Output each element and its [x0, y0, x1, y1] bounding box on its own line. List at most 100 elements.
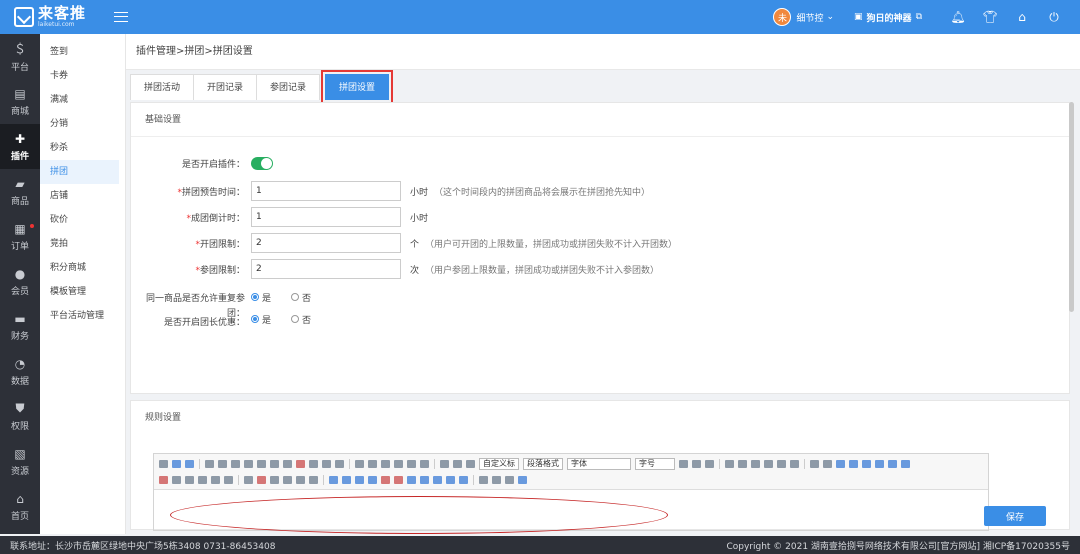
align-right-icon[interactable] [751, 460, 760, 468]
save-button[interactable]: 保存 [984, 506, 1046, 526]
submenu-item-group-buy[interactable]: 拼团 [40, 160, 119, 184]
insert-table-icon[interactable] [329, 476, 338, 484]
split-cells-icon[interactable] [446, 476, 455, 484]
font-color-icon[interactable] [355, 460, 364, 468]
repeat-join-yes-radio[interactable]: 是 [251, 291, 271, 304]
paragraph-format-select[interactable]: 段落格式 [523, 458, 563, 470]
border-icon[interactable] [244, 460, 253, 468]
paragraph-spacing-icon[interactable] [453, 460, 462, 468]
submenu-item-bargain[interactable]: 砍价 [40, 208, 119, 232]
find-icon[interactable] [505, 476, 514, 484]
html-source-icon[interactable] [159, 460, 168, 468]
merge-down-icon[interactable] [433, 476, 442, 484]
home-icon[interactable]: ⌂ [1006, 10, 1038, 24]
video-icon[interactable] [198, 476, 207, 484]
font-size-select[interactable]: 字号 [635, 458, 675, 470]
content-scrollbar[interactable] [1069, 102, 1074, 312]
split-rows-icon[interactable] [459, 476, 468, 484]
editor-body[interactable] [154, 490, 988, 534]
rail-item-home[interactable]: ⌂ 首页 [0, 484, 40, 529]
tab-open-records[interactable]: 开团记录 [193, 74, 258, 100]
search-replace-icon[interactable] [296, 476, 305, 484]
bell-icon[interactable]: 🔔︎ [942, 10, 974, 24]
select-all-icon[interactable] [407, 460, 416, 468]
countdown-input[interactable] [251, 207, 401, 227]
rail-item-order[interactable]: ▦ 订单 [0, 214, 40, 259]
ordered-list-icon[interactable] [381, 460, 390, 468]
rail-item-resource[interactable]: ▧ 资源 [0, 439, 40, 484]
leader-discount-no-radio[interactable]: 否 [291, 313, 311, 326]
submenu-item-coupon[interactable]: 卡券 [40, 64, 119, 88]
image-float-none-icon[interactable] [849, 460, 858, 468]
preview-time-input[interactable] [251, 181, 401, 201]
simple-upload-icon[interactable] [901, 460, 910, 468]
submenu-item-distribution[interactable]: 分销 [40, 112, 119, 136]
draft-icon[interactable] [309, 476, 318, 484]
submenu-item-flash-sale[interactable]: 秒杀 [40, 136, 119, 160]
delete-row-icon[interactable] [381, 476, 390, 484]
insert-image-icon[interactable] [159, 476, 168, 484]
ltr-icon[interactable] [679, 460, 688, 468]
highlight-icon[interactable] [368, 460, 377, 468]
subscript-icon[interactable] [283, 460, 292, 468]
image-left-icon[interactable] [862, 460, 871, 468]
submenu-item-auction[interactable]: 竞拍 [40, 232, 119, 256]
unlink-icon[interactable] [823, 460, 832, 468]
paste-icon[interactable] [335, 460, 344, 468]
print-icon[interactable] [479, 476, 488, 484]
align-center-icon[interactable] [738, 460, 747, 468]
font-family-select[interactable]: 字体 [567, 458, 631, 470]
rail-item-permission[interactable]: ⛊ 权限 [0, 394, 40, 439]
date-icon[interactable] [257, 476, 266, 484]
leader-discount-yes-radio[interactable]: 是 [251, 313, 271, 326]
rail-item-mall[interactable]: ▤ 商城 [0, 79, 40, 124]
lowercase-icon[interactable] [790, 460, 799, 468]
horizontal-rule-icon[interactable] [244, 476, 253, 484]
emotion-icon[interactable] [172, 476, 181, 484]
strike-icon[interactable] [257, 460, 266, 468]
music-icon[interactable] [211, 476, 220, 484]
align-justify-icon[interactable] [764, 460, 773, 468]
help-icon[interactable] [518, 476, 527, 484]
tab-group-settings[interactable]: 拼团设置 [321, 70, 394, 104]
custom-title-select[interactable]: 自定义标 [479, 458, 519, 470]
image-center-icon[interactable] [888, 460, 897, 468]
bold-icon[interactable] [205, 460, 214, 468]
superscript-icon[interactable] [270, 460, 279, 468]
submenu-item-templates[interactable]: 模板管理 [40, 280, 119, 304]
enable-plugin-switch[interactable] [251, 156, 273, 170]
rail-item-plugin[interactable]: ✚ 插件 [0, 124, 40, 169]
insert-col-icon[interactable] [368, 476, 377, 484]
brush-icon[interactable] [309, 460, 318, 468]
special-char-icon[interactable] [283, 476, 292, 484]
time-icon[interactable] [270, 476, 279, 484]
link-icon[interactable] [810, 460, 819, 468]
insert-row-icon[interactable] [355, 476, 364, 484]
repeat-join-no-radio[interactable]: 否 [291, 291, 311, 304]
open-limit-input[interactable] [251, 233, 401, 253]
tab-group-activity[interactable]: 拼团活动 [130, 74, 195, 100]
italic-icon[interactable] [218, 460, 227, 468]
preview-icon[interactable] [492, 476, 501, 484]
submenu-item-store[interactable]: 店铺 [40, 184, 119, 208]
anchor-icon[interactable] [836, 460, 845, 468]
rail-item-member[interactable]: ● 会员 [0, 259, 40, 304]
redo-icon[interactable] [185, 460, 194, 468]
quote-icon[interactable] [322, 460, 331, 468]
indent-icon[interactable] [705, 460, 714, 468]
tab-join-records[interactable]: 参团记录 [256, 74, 321, 100]
submenu-item-checkin[interactable]: 签到 [40, 40, 119, 64]
shirt-icon[interactable]: 👕︎ [974, 10, 1006, 24]
attachment-icon[interactable] [224, 476, 233, 484]
clear-doc-icon[interactable] [420, 460, 429, 468]
underline-icon[interactable] [231, 460, 240, 468]
align-left-icon[interactable] [725, 460, 734, 468]
uppercase-icon[interactable] [777, 460, 786, 468]
undo-icon[interactable] [172, 460, 181, 468]
join-limit-input[interactable] [251, 259, 401, 279]
format-icon[interactable] [296, 460, 305, 468]
row-spacing-icon[interactable] [440, 460, 449, 468]
submenu-item-platform-activity[interactable]: 平台活动管理 [40, 304, 119, 328]
unordered-list-icon[interactable] [394, 460, 403, 468]
line-height-icon[interactable] [466, 460, 475, 468]
